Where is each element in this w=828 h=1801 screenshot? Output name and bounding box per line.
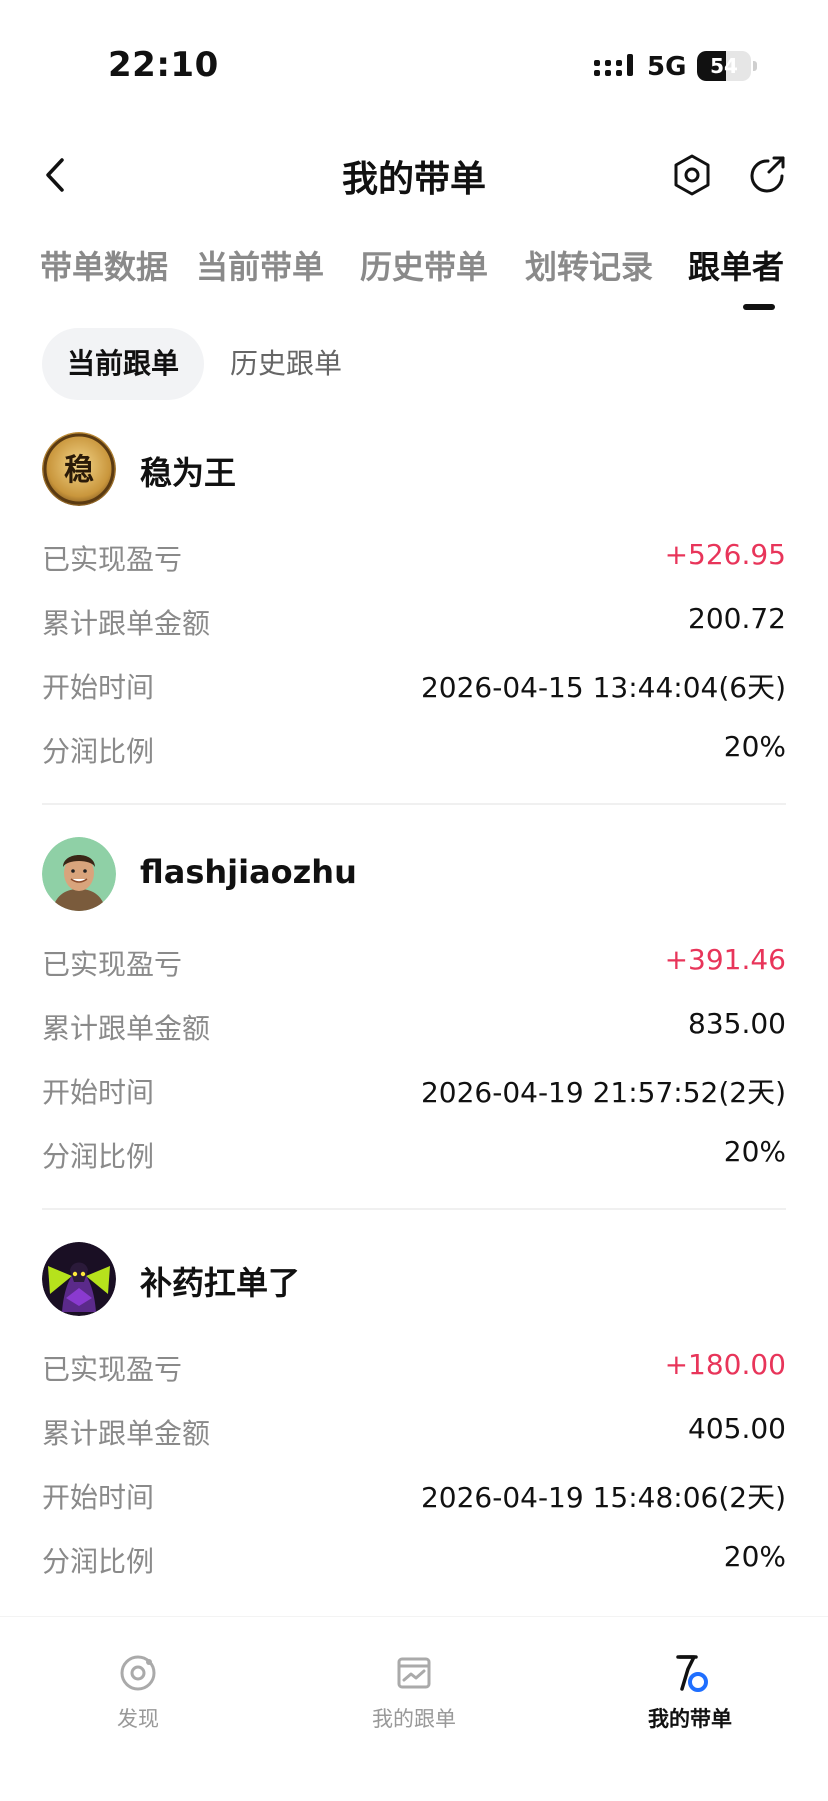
avatar[interactable] — [42, 1242, 116, 1316]
stat-value: 2026-04-19 15:48:06(2天) — [420, 1481, 786, 1514]
stat-realized-pnl: 已实现盈亏 +526.95 — [42, 534, 786, 578]
active-tab-indicator — [743, 304, 775, 310]
nav-my-follow[interactable]: 我的跟单 — [344, 1651, 484, 1733]
stat-label: 累计跟单金额 — [42, 1012, 211, 1045]
nav-my-lead[interactable]: 我的带单 — [620, 1651, 760, 1733]
tab-current-lead[interactable]: 当前带单 — [196, 242, 324, 288]
stat-value: 835.00 — [688, 1007, 786, 1040]
screen: 22:10 5G 54 我的带单 带单数据 当前带单 历史带单 划转记录 跟单者… — [0, 0, 828, 1801]
battery-level: 54 — [710, 54, 738, 78]
stat-label: 开始时间 — [42, 1481, 155, 1514]
stat-realized-pnl: 已实现盈亏 +391.46 — [42, 939, 786, 983]
stat-value: 20% — [723, 730, 786, 763]
signal-icon — [594, 54, 633, 76]
sub-tabs: 当前跟单 历史跟单 — [42, 328, 802, 400]
nav-discover[interactable]: 发现 — [68, 1651, 208, 1733]
main-tabs: 带单数据 当前带单 历史带单 划转记录 跟单者 — [0, 236, 828, 316]
nav-header: 我的带单 — [0, 140, 828, 210]
stat-label: 开始时间 — [42, 671, 155, 704]
stat-label: 已实现盈亏 — [42, 1353, 183, 1386]
tab-history-lead[interactable]: 历史带单 — [360, 242, 488, 288]
share-refresh-icon[interactable] — [744, 152, 790, 198]
stat-label: 分润比例 — [42, 735, 155, 768]
stat-value: 405.00 — [688, 1412, 786, 1445]
network-type: 5G — [647, 52, 687, 82]
follower-header: 稳 稳为王 — [42, 432, 786, 506]
nav-label: 发现 — [117, 1707, 159, 1731]
stat-value: 20% — [723, 1540, 786, 1573]
follower-header: flashjiaozhu — [42, 837, 786, 911]
stat-profit-share: 分润比例 20% — [42, 1131, 786, 1175]
avatar[interactable]: 稳 — [42, 432, 116, 506]
stat-value: +391.46 — [664, 943, 786, 976]
follower-header: 补药扛单了 — [42, 1242, 786, 1316]
status-time: 22:10 — [108, 45, 219, 85]
stat-label: 已实现盈亏 — [42, 543, 183, 576]
stat-value: +526.95 — [664, 538, 786, 571]
subtab-current-follow[interactable]: 当前跟单 — [42, 328, 204, 400]
avatar-char: 稳 — [64, 453, 94, 488]
battery-icon: 54 — [697, 51, 751, 81]
trader-name: flashjiaozhu — [140, 853, 357, 891]
stat-label: 分润比例 — [42, 1545, 155, 1578]
tab-followers[interactable]: 跟单者 — [688, 242, 784, 288]
stat-value: 200.72 — [688, 602, 786, 635]
subtab-history-follow[interactable]: 历史跟单 — [230, 328, 342, 400]
stat-label: 已实现盈亏 — [42, 948, 183, 981]
divider — [42, 1208, 786, 1210]
stat-label: 分润比例 — [42, 1140, 155, 1173]
discover-icon — [120, 1655, 156, 1691]
trader-name: 稳为王 — [140, 454, 237, 492]
hexagon-settings-icon[interactable] — [669, 152, 715, 198]
stat-profit-share: 分润比例 20% — [42, 726, 786, 770]
status-bar: 22:10 5G 54 — [0, 0, 828, 130]
stat-profit-share: 分润比例 20% — [42, 1536, 786, 1580]
stat-start-time: 开始时间 2026-04-19 15:48:06(2天) — [42, 1472, 786, 1516]
stat-total-amount: 累计跟单金额 405.00 — [42, 1408, 786, 1452]
stat-start-time: 开始时间 2026-04-19 21:57:52(2天) — [42, 1067, 786, 1111]
stat-start-time: 开始时间 2026-04-15 13:44:04(6天) — [42, 662, 786, 706]
stat-realized-pnl: 已实现盈亏 +180.00 — [42, 1344, 786, 1388]
stat-total-amount: 累计跟单金额 200.72 — [42, 598, 786, 642]
stat-value: +180.00 — [664, 1348, 786, 1381]
bottom-nav: 发现 我的跟单 我的带单 — [0, 1616, 828, 1801]
chart-icon — [397, 1657, 431, 1689]
divider — [42, 803, 786, 805]
stat-value: 2026-04-19 21:57:52(2天) — [420, 1076, 786, 1109]
stat-value: 20% — [723, 1135, 786, 1168]
stat-label: 开始时间 — [42, 1076, 155, 1109]
stat-value: 2026-04-15 13:44:04(6天) — [420, 671, 786, 704]
tab-transfer-records[interactable]: 划转记录 — [525, 242, 653, 288]
trader-name: 补药扛单了 — [140, 1264, 301, 1302]
nav-label: 我的跟单 — [372, 1707, 456, 1731]
nav-label: 我的带单 — [648, 1707, 732, 1731]
battery-tip — [753, 61, 757, 71]
stat-label: 累计跟单金额 — [42, 1417, 211, 1450]
stat-label: 累计跟单金额 — [42, 607, 211, 640]
avatar[interactable] — [42, 837, 116, 911]
tab-lead-data[interactable]: 带单数据 — [40, 242, 168, 288]
lead-trade-icon — [676, 1655, 708, 1692]
stat-total-amount: 累计跟单金额 835.00 — [42, 1003, 786, 1047]
